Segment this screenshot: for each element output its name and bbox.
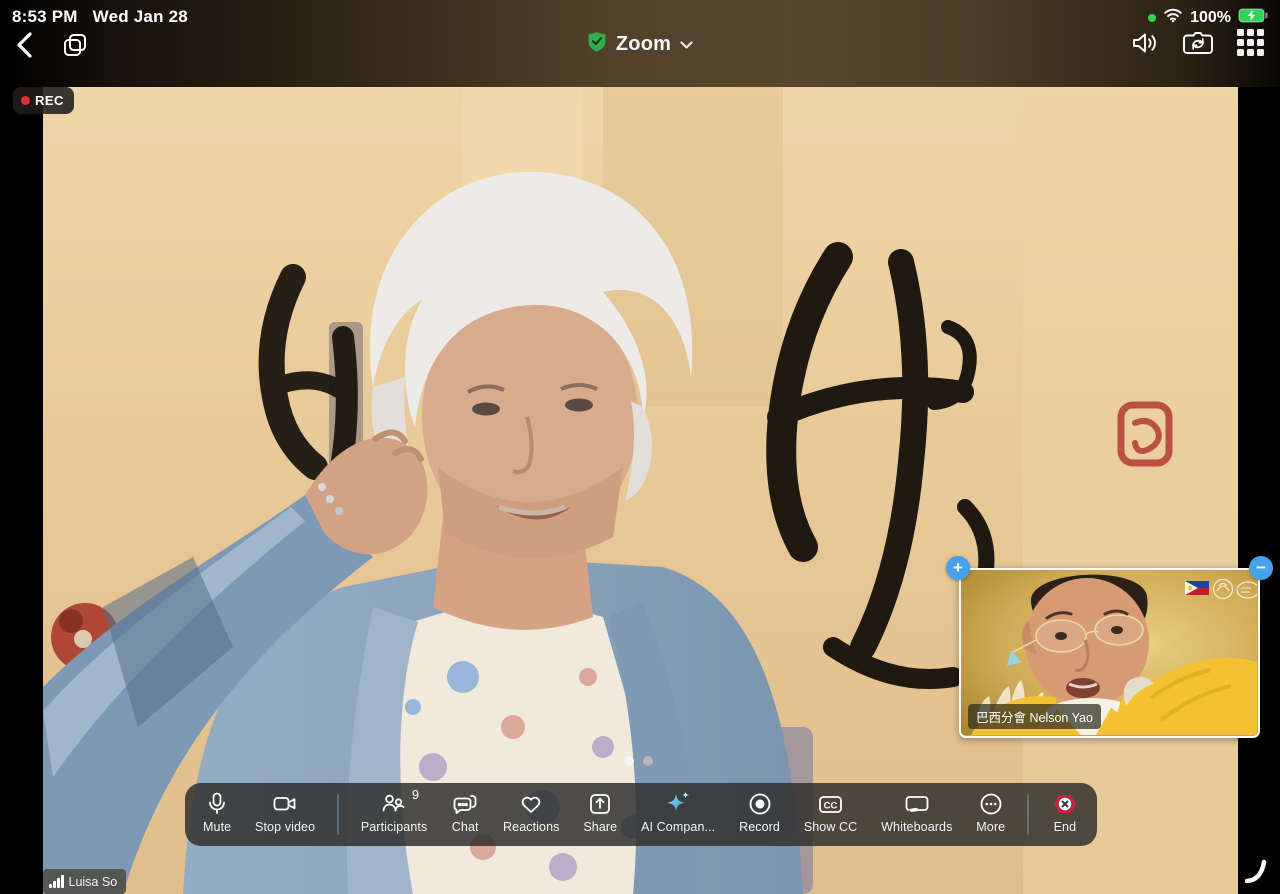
microphone-icon	[204, 790, 230, 817]
page-dot-active	[624, 756, 634, 766]
status-left: 8:53 PM Wed Jan 28	[12, 7, 188, 27]
nav-right	[1131, 29, 1264, 56]
svg-text:CC: CC	[824, 800, 838, 811]
reactions-button[interactable]: Reactions	[499, 783, 564, 846]
pip-video[interactable]: 巴西分會 Nelson Yao	[959, 568, 1260, 738]
self-name-tag: Luisa So	[43, 869, 126, 894]
self-name: Luisa So	[69, 875, 118, 889]
participants-count-badge: 9	[412, 787, 419, 802]
end-button[interactable]: End	[1047, 783, 1083, 846]
rec-dot-icon	[21, 96, 30, 105]
status-date: Wed Jan 28	[93, 7, 188, 27]
pip-minimize-button[interactable]: −	[1249, 556, 1273, 580]
record-icon	[747, 790, 773, 817]
wifi-icon	[1163, 7, 1183, 28]
chat-button[interactable]: Chat	[447, 783, 483, 846]
zoom-call-screen: 8:53 PM Wed Jan 28 100%	[0, 0, 1280, 894]
pip-name-tag: 巴西分會 Nelson Yao	[968, 704, 1101, 729]
corner-gesture-arc	[1244, 854, 1268, 884]
shield-check-icon	[587, 31, 607, 58]
video-camera-icon	[271, 790, 299, 817]
status-time: 8:53 PM	[12, 7, 78, 27]
ai-companion-button[interactable]: AI Compan...	[637, 783, 719, 846]
main-video-feed[interactable]: Luisa So	[43, 87, 1238, 894]
status-right: 100%	[1148, 7, 1268, 28]
more-ellipsis-icon	[978, 790, 1004, 817]
main-video-scene	[43, 87, 1238, 894]
toolbar-page-dots	[624, 756, 653, 766]
participants-button[interactable]: 9 Participants	[357, 783, 432, 846]
app-title-menu[interactable]: Zoom	[0, 31, 1280, 58]
record-button[interactable]: Record	[735, 783, 784, 846]
meeting-toolbar: Mute Stop video 9 Part	[185, 783, 1097, 846]
show-cc-button[interactable]: CC Show CC	[800, 783, 862, 846]
signal-bars-icon	[49, 875, 64, 888]
whiteboard-icon	[903, 790, 931, 817]
apps-grid-button[interactable]	[1237, 29, 1264, 56]
stop-video-button[interactable]: Stop video	[251, 783, 319, 846]
switch-camera-button[interactable]	[1182, 30, 1214, 56]
toolbar-separator	[1027, 794, 1029, 835]
philippines-flag-icon	[1185, 581, 1209, 595]
recording-badge: REC	[13, 87, 74, 114]
speaker-button[interactable]	[1131, 31, 1159, 55]
rec-label: REC	[35, 93, 64, 108]
heart-icon	[517, 790, 545, 817]
green-dot-icon	[1148, 14, 1156, 22]
share-button[interactable]: Share	[579, 783, 621, 846]
ai-sparkle-icon	[664, 790, 692, 817]
whiteboards-button[interactable]: Whiteboards	[877, 783, 956, 846]
mute-button[interactable]: Mute	[199, 783, 235, 846]
end-call-icon	[1051, 790, 1079, 817]
pip-expand-button[interactable]: +	[946, 556, 970, 580]
closed-captions-icon: CC	[817, 790, 844, 817]
page-dot-inactive	[643, 756, 653, 766]
nav-title: Zoom	[616, 33, 671, 56]
top-system-bar: 8:53 PM Wed Jan 28 100%	[0, 0, 1280, 87]
share-icon	[587, 790, 613, 817]
battery-percent: 100%	[1190, 9, 1231, 27]
toolbar-separator	[337, 794, 339, 835]
chat-bubble-icon	[451, 790, 479, 817]
battery-charging-icon	[1238, 8, 1268, 28]
participants-icon: 9	[380, 790, 408, 817]
chevron-down-icon	[680, 36, 693, 54]
more-button[interactable]: More	[972, 783, 1009, 846]
